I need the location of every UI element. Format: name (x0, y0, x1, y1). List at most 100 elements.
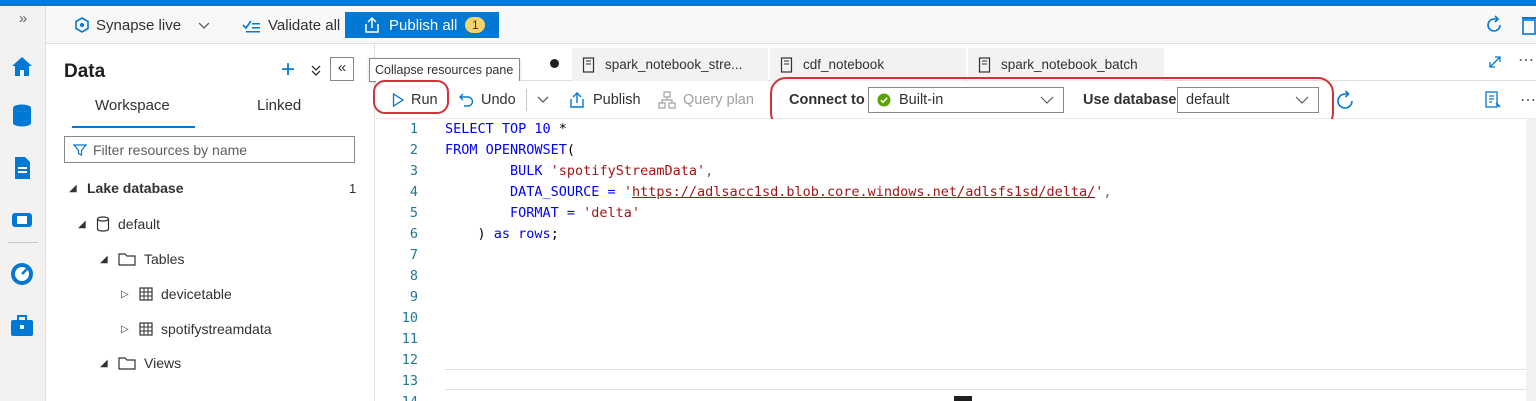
code-token: , (705, 163, 714, 179)
table-icon (139, 287, 153, 301)
refresh-database-icon[interactable] (1334, 90, 1356, 112)
query-plan-label: Query plan (683, 92, 754, 108)
devicetable-label: devicetable (161, 286, 232, 302)
line-number: 4 (409, 184, 418, 200)
validate-all-label: Validate all (268, 16, 341, 34)
collapse-all-icon[interactable] (311, 65, 321, 77)
tree-views-folder[interactable]: ◢ Views (100, 352, 181, 374)
tree-db-default[interactable]: ◢ default (78, 213, 160, 235)
tree-table-spotifystreamdata[interactable]: ▷ spotifystreamdata (121, 318, 272, 340)
synapse-live-label: Synapse live (96, 16, 182, 34)
code-string: 'spotifyStreamData' (550, 163, 706, 179)
notebook-icon (582, 56, 595, 73)
left-nav-rail: » (0, 6, 46, 401)
line-number: 2 (409, 142, 418, 158)
expand-icon[interactable] (1488, 55, 1502, 69)
home-icon[interactable] (8, 52, 36, 80)
resize-handle[interactable] (954, 396, 972, 401)
notebook-icon (978, 56, 991, 73)
more-tabs-icon[interactable]: ⋯ (1518, 50, 1534, 70)
connect-to-select[interactable]: Built-in (868, 87, 1064, 113)
collapse-pane-tooltip: Collapse resources pane (369, 58, 520, 82)
undo-button[interactable]: Undo (458, 81, 516, 119)
use-database-select[interactable]: default (1177, 87, 1319, 113)
sql-editor[interactable]: 1 2 3 4 5 6 7 8 9 10 11 12 13 14 SELECT … (376, 119, 1526, 401)
document-tabs-row: spark_notebook_stre... cdf_notebook spar… (376, 44, 1536, 81)
filter-resources-input[interactable]: Filter resources by name (64, 136, 355, 163)
integrate-icon[interactable] (8, 206, 36, 234)
code-line-6: ) as rows; (445, 224, 559, 245)
query-plan-button[interactable]: Query plan (658, 81, 754, 119)
validate-icon (242, 20, 260, 33)
caret-collapsed-icon: ▷ (121, 288, 129, 300)
folder-icon (118, 253, 136, 266)
undo-chevron-down-icon[interactable] (536, 94, 550, 106)
line-number: 1 (409, 121, 418, 137)
connect-to-value: Built-in (899, 92, 944, 108)
code-token: ( (566, 142, 576, 158)
document-icon[interactable] (8, 154, 36, 182)
publish-button[interactable]: Publish (568, 81, 641, 119)
editor-scrollbar[interactable] (1526, 119, 1536, 401)
query-plan-icon (658, 91, 676, 109)
synapse-live-dropdown[interactable]: Synapse live (74, 6, 211, 44)
discard-icon[interactable] (1522, 15, 1536, 35)
manage-icon[interactable] (8, 312, 36, 340)
views-folder-label: Views (144, 355, 182, 371)
validate-all-button[interactable]: Validate all (242, 6, 340, 44)
tree-lake-database[interactable]: ◢ Lake database (69, 177, 184, 199)
code-line-1: SELECT TOP 10 * (445, 119, 567, 140)
properties-icon[interactable] (1484, 91, 1502, 109)
undo-icon (459, 93, 474, 107)
refresh-icon[interactable] (1484, 15, 1504, 35)
filter-icon (73, 143, 87, 156)
table-icon (139, 322, 153, 336)
synapse-icon (75, 17, 89, 33)
lake-database-label: Lake database (87, 180, 184, 196)
monitor-icon[interactable] (8, 260, 36, 288)
code-keyword: FROM OPENROWSET (445, 142, 567, 158)
line-number: 11 (401, 331, 418, 347)
tree-table-devicetable[interactable]: ▷ devicetable (121, 283, 232, 305)
line-number: 5 (409, 205, 418, 221)
folder-icon (118, 357, 136, 370)
check-circle-icon (877, 93, 891, 107)
data-resources-pane: Data + « Workspace Linked Filter resourc… (47, 44, 375, 401)
tree-tables-folder[interactable]: ◢ Tables (100, 248, 184, 270)
highlight-ring-run (373, 80, 449, 114)
notebook-icon (780, 56, 793, 73)
publish-upload-icon (570, 92, 584, 108)
caret-expanded-icon: ◢ (69, 182, 77, 194)
publish-label: Publish (593, 92, 641, 108)
more-actions-icon[interactable]: ⋯ (1520, 90, 1536, 110)
database-icon[interactable] (8, 101, 36, 129)
line-number: 12 (401, 352, 418, 368)
lake-database-count: 1 (349, 180, 357, 196)
code-string: 'delta' (583, 205, 641, 221)
code-line-3: BULK 'spotifyStreamData', (445, 161, 713, 182)
publish-all-button[interactable]: Publish all 1 (345, 12, 499, 38)
publish-count-badge: 1 (465, 17, 486, 33)
caret-expanded-icon: ◢ (78, 218, 86, 230)
tab-workspace[interactable]: Workspace (95, 97, 170, 114)
line-number: 9 (409, 289, 418, 305)
collapse-pane-button[interactable]: « (330, 57, 354, 81)
code-string: ' (623, 184, 632, 200)
connect-to-label: Connect to (789, 92, 865, 108)
code-line-2: FROM OPENROWSET( (445, 140, 575, 161)
line-number: 10 (401, 310, 418, 326)
tab-spark-notebook-stream[interactable]: spark_notebook_stre... (572, 48, 768, 81)
tab-linked[interactable]: Linked (257, 97, 301, 114)
caret-collapsed-icon: ▷ (121, 323, 129, 335)
undo-label: Undo (481, 92, 516, 108)
caret-expanded-icon: ◢ (100, 357, 108, 369)
editor-toolbar: Run Undo Publish Query plan Connect to B… (373, 77, 1536, 129)
code-token: ; (550, 226, 559, 242)
expand-nav-button[interactable]: » (0, 10, 46, 27)
filter-placeholder: Filter resources by name (93, 141, 248, 158)
rail-separator (8, 242, 38, 243)
code-line-5: FORMAT = 'delta' (445, 203, 640, 224)
add-resource-button[interactable]: + (281, 56, 295, 84)
use-database-label: Use database (1083, 92, 1177, 108)
code-url-link[interactable]: https://adlsacc1sd.blob.core.windows.net… (632, 184, 1095, 200)
